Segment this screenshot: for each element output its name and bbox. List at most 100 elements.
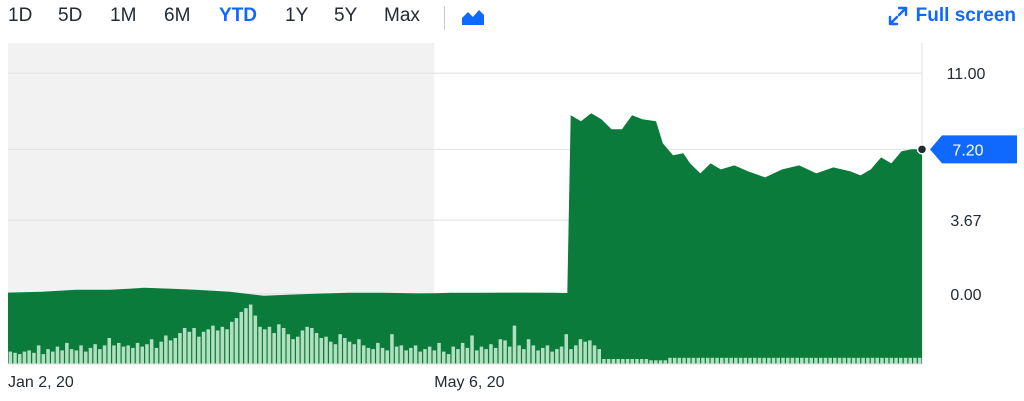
volume-bar: [720, 357, 724, 364]
volume-bar: [847, 357, 851, 364]
volume-bar: [248, 304, 253, 364]
volume-bar: [913, 357, 917, 364]
volume-bar: [385, 350, 389, 364]
volume-bar: [380, 347, 385, 364]
volume-bar: [404, 350, 408, 364]
volume-bar: [715, 357, 719, 364]
volume-bar: [149, 339, 154, 364]
volume-bar: [644, 359, 649, 364]
volume-bar: [493, 347, 498, 364]
x-tick-label: May 6, 20: [434, 374, 504, 391]
volume-bar: [677, 357, 682, 364]
volume-bar: [206, 329, 210, 364]
volume-bar: [117, 342, 121, 364]
volume-bar: [173, 338, 177, 364]
volume-bar: [479, 346, 484, 364]
volume-bar: [352, 344, 356, 364]
volume-bar: [300, 330, 305, 364]
volume-bar: [376, 342, 380, 364]
volume-bar: [168, 340, 173, 364]
volume-bar: [98, 349, 102, 364]
volume-bar: [197, 336, 201, 364]
volume-bar: [60, 350, 64, 364]
volume-bar: [437, 342, 441, 364]
volume-bar: [536, 350, 540, 364]
volume-bar: [347, 341, 352, 364]
volume-bar: [263, 329, 267, 364]
volume-bar: [399, 345, 404, 364]
volume-bar: [498, 339, 503, 364]
volume-bar: [296, 336, 300, 364]
volume-bar: [512, 325, 517, 364]
y-tick-label: 3.67: [950, 213, 981, 230]
volume-bar: [446, 354, 451, 364]
volume-bar: [889, 357, 894, 364]
volume-bar: [272, 333, 276, 364]
volume-bar: [154, 347, 159, 364]
volume-bar: [305, 326, 309, 364]
volume-bar: [69, 349, 74, 364]
volume-bar: [526, 339, 531, 364]
volume-bar: [22, 351, 27, 364]
volume-bar: [121, 346, 126, 364]
volume-bar: [753, 357, 757, 364]
volume-bar: [696, 357, 700, 364]
volume-bar: [800, 357, 804, 364]
volume-bar: [795, 357, 799, 364]
volume-bar: [333, 344, 338, 364]
volume-bar: [804, 357, 809, 364]
volume-bar: [545, 345, 550, 364]
volume-bar: [423, 349, 427, 364]
volume-bar: [145, 344, 149, 364]
volume-bar: [663, 360, 667, 364]
volume-bar: [790, 357, 795, 364]
volume-bar: [550, 351, 554, 364]
volume-bar: [903, 357, 908, 364]
volume-bar: [310, 328, 314, 364]
price-chart[interactable]: 11.00 3.67 0.00 Jan 2, 20 May 6, 20 7.20: [0, 0, 1024, 401]
volume-bar: [489, 344, 493, 364]
volume-bar: [555, 349, 559, 364]
volume-bar: [135, 342, 140, 364]
volume-bar: [738, 357, 743, 364]
volume-bar: [159, 341, 163, 364]
y-tick-label: 11.00: [947, 66, 986, 83]
volume-bar: [833, 357, 837, 364]
volume-bar: [724, 357, 729, 364]
current-price-label: 7.20: [952, 142, 983, 159]
volume-bar: [470, 335, 474, 364]
volume-bar: [338, 334, 342, 364]
volume-bar: [484, 349, 488, 364]
volume-bar: [880, 357, 884, 364]
volume-bar: [574, 345, 578, 364]
volume-bar: [211, 325, 215, 364]
volume-bar: [102, 345, 107, 364]
volume-bar: [861, 357, 865, 364]
volume-bar: [324, 336, 328, 364]
volume-bar: [225, 329, 229, 364]
volume-bar: [776, 357, 780, 364]
volume-bar: [418, 351, 422, 364]
volume-bar: [743, 357, 748, 364]
volume-bar: [131, 347, 135, 364]
volume-bar: [79, 345, 83, 364]
volume-bar: [762, 357, 766, 364]
volume-bar: [559, 346, 564, 364]
volume-bar: [672, 357, 677, 364]
volume-bar: [701, 357, 705, 364]
volume-bar: [18, 354, 22, 364]
volume-bar: [809, 357, 813, 364]
volume-bar: [654, 360, 658, 364]
volume-bar: [394, 346, 399, 364]
volume-bar: [32, 352, 36, 364]
volume-bar: [814, 357, 818, 364]
volume-bar: [362, 345, 366, 364]
volume-bar: [828, 357, 832, 364]
volume-bar: [875, 357, 879, 364]
volume-bar: [93, 344, 97, 364]
volume-bar: [583, 341, 587, 364]
volume-bar: [220, 326, 225, 364]
volume-bar: [682, 357, 686, 364]
volume-bar: [253, 315, 258, 364]
volume-bar: [465, 347, 470, 364]
